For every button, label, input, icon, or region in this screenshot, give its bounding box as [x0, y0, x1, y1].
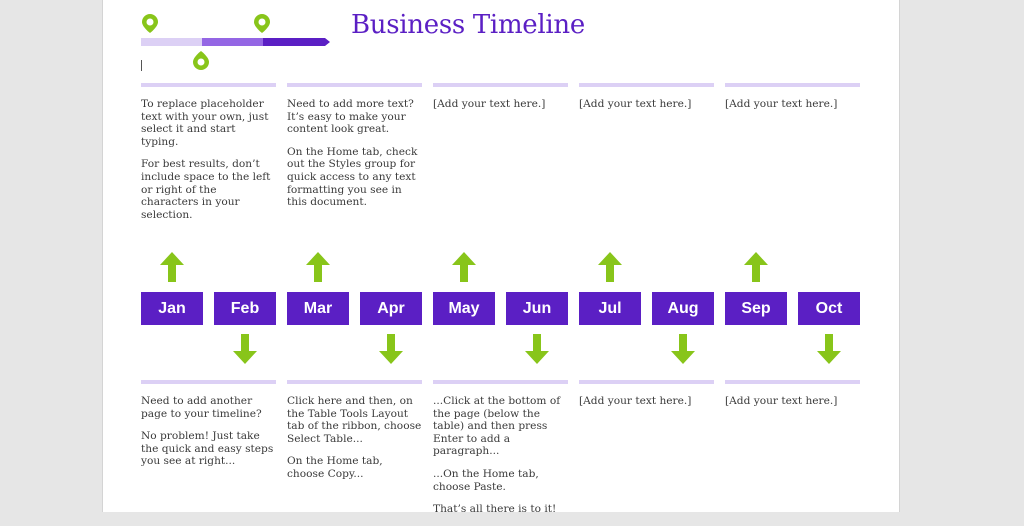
arrow-down-icon — [817, 334, 841, 364]
paragraph[interactable]: To replace placeholder text with your ow… — [141, 98, 276, 148]
month-apr[interactable]: Apr — [360, 292, 422, 325]
divider-bar — [287, 83, 422, 87]
paragraph[interactable]: ...On the Home tab, choose Paste. — [433, 468, 568, 493]
divider-bar — [141, 83, 276, 87]
month-sep[interactable]: Sep — [725, 292, 787, 325]
paragraph[interactable]: [Add your text here.] — [579, 98, 714, 111]
bottom-text-block[interactable]: Click here and then, on the Table Tools … — [287, 380, 422, 491]
divider-bar — [141, 380, 276, 384]
text-content[interactable]: Click here and then, on the Table Tools … — [287, 395, 422, 481]
top-text-block[interactable]: [Add your text here.] — [579, 83, 714, 121]
text-content[interactable]: [Add your text here.] — [725, 98, 860, 111]
top-text-block[interactable]: [Add your text here.] — [433, 83, 568, 121]
paragraph[interactable]: [Add your text here.] — [579, 395, 714, 408]
divider-bar — [725, 380, 860, 384]
paragraph[interactable]: ...Click at the bottom of the page (belo… — [433, 395, 568, 458]
bottom-text-block[interactable]: [Add your text here.] — [725, 380, 860, 418]
arrow-down-icon — [671, 334, 695, 364]
top-text-block[interactable]: Need to add more text? It’s easy to make… — [287, 83, 422, 219]
divider-bar — [579, 380, 714, 384]
text-content[interactable]: [Add your text here.] — [725, 395, 860, 408]
paragraph[interactable]: On the Home tab, check out the Styles gr… — [287, 146, 422, 209]
arrow-up-icon — [306, 252, 330, 282]
bottom-text-block[interactable]: ...Click at the bottom of the page (belo… — [433, 380, 568, 526]
month-aug[interactable]: Aug — [652, 292, 714, 325]
text-content[interactable]: [Add your text here.] — [579, 395, 714, 408]
arrow-up-icon — [744, 252, 768, 282]
arrow-up-icon — [160, 252, 184, 282]
text-content[interactable]: [Add your text here.] — [579, 98, 714, 111]
arrow-down-icon — [525, 334, 549, 364]
paragraph[interactable]: No problem! Just take the quick and easy… — [141, 430, 276, 468]
month-feb[interactable]: Feb — [214, 292, 276, 325]
text-content[interactable]: ...Click at the bottom of the page (belo… — [433, 395, 568, 516]
top-text-block[interactable]: To replace placeholder text with your ow… — [141, 83, 276, 231]
paragraph[interactable]: That’s all there is to it! — [433, 503, 568, 516]
bottom-text-block[interactable]: Need to add another page to your timelin… — [141, 380, 276, 478]
divider-bar — [725, 83, 860, 87]
text-content[interactable]: Need to add more text? It’s easy to make… — [287, 98, 422, 209]
paragraph[interactable]: Need to add another page to your timelin… — [141, 395, 276, 420]
divider-bar — [433, 83, 568, 87]
month-jun[interactable]: Jun — [506, 292, 568, 325]
arrow-up-icon — [452, 252, 476, 282]
month-jul[interactable]: Jul — [579, 292, 641, 325]
paragraph[interactable]: [Add your text here.] — [433, 98, 568, 111]
text-content[interactable]: To replace placeholder text with your ow… — [141, 98, 276, 221]
arrow-down-icon — [379, 334, 403, 364]
month-mar[interactable]: Mar — [287, 292, 349, 325]
month-oct[interactable]: Oct — [798, 292, 860, 325]
divider-bar — [287, 380, 422, 384]
text-cursor — [141, 60, 142, 71]
text-content[interactable]: Need to add another page to your timelin… — [141, 395, 276, 468]
text-content[interactable]: [Add your text here.] — [433, 98, 568, 111]
divider-bar — [579, 83, 714, 87]
paragraph[interactable]: Click here and then, on the Table Tools … — [287, 395, 422, 445]
divider-bar — [433, 380, 568, 384]
timeline-logo-icon — [141, 14, 330, 70]
month-may[interactable]: May — [433, 292, 495, 325]
paragraph[interactable]: On the Home tab, choose Copy... — [287, 455, 422, 480]
paragraph[interactable]: Need to add more text? It’s easy to make… — [287, 98, 422, 136]
paragraph[interactable]: [Add your text here.] — [725, 395, 860, 408]
bottom-text-block[interactable]: [Add your text here.] — [579, 380, 714, 418]
top-text-block[interactable]: [Add your text here.] — [725, 83, 860, 121]
arrow-down-icon — [233, 334, 257, 364]
paragraph[interactable]: [Add your text here.] — [725, 98, 860, 111]
arrow-up-icon — [598, 252, 622, 282]
paragraph[interactable]: For best results, don’t include space to… — [141, 158, 276, 221]
month-jan[interactable]: Jan — [141, 292, 203, 325]
page-title[interactable]: Business Timeline — [351, 10, 585, 40]
